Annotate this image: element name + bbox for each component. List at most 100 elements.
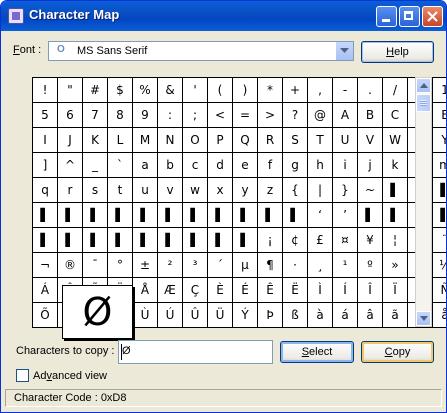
character-cell[interactable]: ▌ — [233, 228, 258, 253]
character-cell[interactable]: < — [208, 103, 233, 128]
character-cell[interactable]: _ — [83, 153, 108, 178]
character-cell[interactable]: ¶ — [258, 253, 283, 278]
character-cell[interactable]: Q — [233, 128, 258, 153]
character-cell[interactable]: 7 — [83, 103, 108, 128]
font-dropdown[interactable]: O MS Sans Serif — [48, 41, 354, 61]
character-cell[interactable]: . — [358, 78, 383, 103]
character-cell[interactable]: ¢ — [283, 228, 308, 253]
character-cell[interactable]: & — [158, 78, 183, 103]
character-cell[interactable]: y — [233, 178, 258, 203]
character-cell[interactable]: ¬ — [33, 253, 58, 278]
character-cell[interactable]: ▌ — [58, 203, 83, 228]
character-cell[interactable]: å — [433, 303, 446, 328]
help-button[interactable]: Help — [361, 41, 434, 63]
character-cell[interactable]: Ú — [158, 303, 183, 328]
character-cell[interactable]: } — [333, 178, 358, 203]
character-cell[interactable]: ▌ — [83, 203, 108, 228]
character-cell[interactable]: ¨ — [433, 228, 446, 253]
maximize-button[interactable] — [399, 6, 420, 27]
character-cell[interactable]: % — [133, 78, 158, 103]
character-cell[interactable]: { — [283, 178, 308, 203]
character-cell[interactable]: s — [83, 178, 108, 203]
character-cell[interactable]: b — [158, 153, 183, 178]
character-cell[interactable]: ▌ — [83, 228, 108, 253]
character-cell[interactable]: â — [358, 303, 383, 328]
character-cell[interactable]: K — [83, 128, 108, 153]
character-cell[interactable]: £ — [308, 228, 333, 253]
character-cell[interactable]: Õ — [33, 303, 58, 328]
character-cell[interactable]: ß — [283, 303, 308, 328]
character-cell[interactable]: / — [383, 78, 408, 103]
character-cell[interactable]: B — [358, 103, 383, 128]
character-cell[interactable]: Æ — [158, 278, 183, 303]
character-cell[interactable]: O — [183, 128, 208, 153]
character-cell[interactable]: > — [258, 103, 283, 128]
character-cell[interactable]: ` — [108, 153, 133, 178]
character-cell[interactable]: Y — [433, 128, 446, 153]
character-cell[interactable]: j — [358, 153, 383, 178]
character-cell[interactable]: á — [333, 303, 358, 328]
character-cell[interactable]: 9 — [133, 103, 158, 128]
character-cell[interactable]: ~ — [358, 178, 383, 203]
character-cell[interactable]: a — [133, 153, 158, 178]
character-cell[interactable]: ¯ — [83, 253, 108, 278]
character-cell[interactable]: N — [158, 128, 183, 153]
character-cell[interactable]: ; — [183, 103, 208, 128]
character-cell[interactable]: Ë — [283, 278, 308, 303]
character-cell[interactable]: @ — [308, 103, 333, 128]
character-cell[interactable]: ▌ — [208, 203, 233, 228]
character-cell[interactable]: ( — [208, 78, 233, 103]
character-cell[interactable]: Ï — [383, 278, 408, 303]
character-cell[interactable]: ▌ — [158, 203, 183, 228]
character-cell[interactable]: Á — [33, 278, 58, 303]
scroll-down-button[interactable] — [416, 311, 431, 326]
character-cell[interactable]: ã — [383, 303, 408, 328]
close-button[interactable] — [422, 6, 443, 27]
character-cell[interactable]: µ — [233, 253, 258, 278]
character-cell[interactable]: S — [283, 128, 308, 153]
character-cell[interactable]: x — [208, 178, 233, 203]
character-cell[interactable]: ▌ — [258, 203, 283, 228]
character-cell[interactable]: w — [183, 178, 208, 203]
character-cell[interactable]: ’ — [333, 203, 358, 228]
character-cell[interactable]: ▌ — [108, 228, 133, 253]
character-cell[interactable]: ▌ — [383, 203, 408, 228]
select-button[interactable]: Select — [280, 341, 354, 363]
character-cell[interactable]: u — [133, 178, 158, 203]
character-cell[interactable]: ³ — [183, 253, 208, 278]
character-cell[interactable]: r — [58, 178, 83, 203]
advanced-view-label[interactable]: Advanced view — [33, 370, 107, 382]
character-cell[interactable]: c — [183, 153, 208, 178]
character-cell[interactable]: ▌ — [183, 228, 208, 253]
character-cell[interactable]: Í — [333, 278, 358, 303]
character-cell[interactable]: ‘ — [308, 203, 333, 228]
minimize-button[interactable] — [376, 6, 397, 27]
character-cell[interactable]: ▌ — [33, 203, 58, 228]
character-cell[interactable]: i — [333, 153, 358, 178]
character-cell[interactable]: P — [208, 128, 233, 153]
character-cell[interactable]: m — [433, 153, 446, 178]
character-cell[interactable]: ▌ — [133, 203, 158, 228]
grid-scrollbar[interactable] — [415, 77, 432, 327]
character-cell[interactable]: ▌ — [283, 203, 308, 228]
character-cell[interactable]: L — [108, 128, 133, 153]
character-cell[interactable]: ▌ — [33, 228, 58, 253]
character-cell[interactable]: Î — [358, 278, 383, 303]
character-cell[interactable]: ° — [108, 253, 133, 278]
character-cell[interactable]: Ñ — [433, 278, 446, 303]
character-cell[interactable]: ▌ — [383, 178, 408, 203]
character-cell[interactable]: $ — [108, 78, 133, 103]
character-cell[interactable]: 1 — [433, 78, 446, 103]
character-cell[interactable]: ▌ — [108, 203, 133, 228]
character-cell[interactable]: Å — [133, 278, 158, 303]
character-cell[interactable]: ± — [133, 253, 158, 278]
character-cell[interactable]: # — [83, 78, 108, 103]
character-cell[interactable]: ▌ — [208, 228, 233, 253]
character-cell[interactable]: ^ — [58, 153, 83, 178]
character-cell[interactable]: 6 — [58, 103, 83, 128]
character-cell[interactable]: q — [33, 178, 58, 203]
characters-to-copy-input[interactable]: Ø — [118, 340, 273, 364]
title-bar[interactable]: Character Map — [1, 1, 446, 31]
character-cell[interactable]: 8 — [108, 103, 133, 128]
character-cell[interactable]: E — [433, 103, 446, 128]
